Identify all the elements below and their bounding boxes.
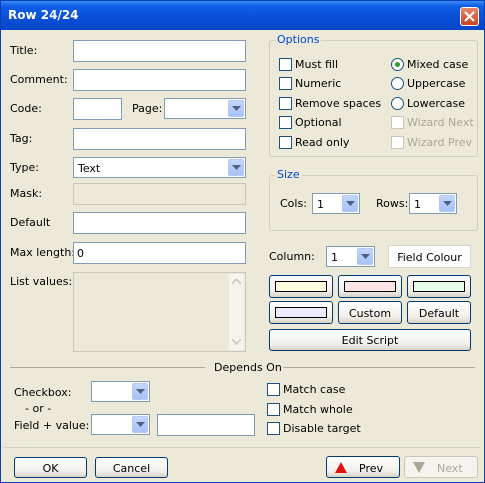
colour-swatch-button-4[interactable] xyxy=(269,301,333,324)
code-input[interactable] xyxy=(73,98,122,120)
footer-divider xyxy=(4,447,480,448)
dep-value-input[interactable] xyxy=(157,414,255,436)
default-label: Default xyxy=(10,216,51,229)
numeric-label: Numeric xyxy=(295,77,342,90)
window-title: Row 24/24 xyxy=(8,8,79,22)
must-fill-checkbox[interactable] xyxy=(279,58,292,71)
code-label: Code: xyxy=(10,102,42,115)
title-label: Title: xyxy=(10,44,38,57)
chevron-down-icon[interactable] xyxy=(228,159,244,176)
mixed-case-radio[interactable] xyxy=(391,58,404,71)
depends-on-divider-left xyxy=(10,367,205,368)
depends-on-divider-right xyxy=(283,367,475,368)
cancel-button[interactable]: Cancel xyxy=(95,457,168,478)
optional-label: Optional xyxy=(295,116,342,129)
prev-button[interactable]: Prev xyxy=(326,456,400,478)
comment-label: Comment: xyxy=(10,73,68,86)
chevron-down-icon[interactable] xyxy=(132,416,148,433)
mixed-case-label: Mixed case xyxy=(407,58,469,71)
title-input[interactable] xyxy=(73,40,246,62)
numeric-checkbox[interactable] xyxy=(279,77,292,90)
match-whole-checkbox[interactable] xyxy=(267,403,280,416)
tag-label: Tag: xyxy=(10,132,33,145)
field-colour-preview: Field Colour xyxy=(388,245,471,268)
list-values-scrollbar[interactable] xyxy=(229,274,244,350)
scroll-down-icon[interactable] xyxy=(232,339,241,345)
size-group-title: Size xyxy=(275,168,302,181)
options-group-title: Options xyxy=(275,33,322,46)
type-dropdown[interactable]: Text xyxy=(73,157,246,178)
chevron-down-icon[interactable] xyxy=(228,100,244,117)
depends-on-title: Depends On xyxy=(214,361,282,374)
colour-swatch-3 xyxy=(413,281,465,292)
custom-colour-button[interactable]: Custom xyxy=(338,301,402,324)
optional-checkbox[interactable] xyxy=(279,116,292,129)
dep-checkbox-dropdown[interactable] xyxy=(91,381,150,402)
wizard-next-label: Wizard Next xyxy=(407,116,474,129)
radio-selected-dot xyxy=(395,62,400,67)
close-button[interactable] xyxy=(460,7,479,26)
rows-label: Rows: xyxy=(376,197,409,210)
dep-checkbox-label: Checkbox: xyxy=(14,386,72,399)
match-whole-label: Match whole xyxy=(283,403,353,416)
must-fill-label: Must fill xyxy=(295,58,339,71)
column-label: Column: xyxy=(269,250,315,263)
disable-target-checkbox[interactable] xyxy=(267,422,280,435)
match-case-label: Match case xyxy=(283,383,346,396)
max-length-input[interactable]: 0 xyxy=(73,242,246,264)
wizard-prev-label: Wizard Prev xyxy=(407,136,473,149)
wizard-next-checkbox[interactable] xyxy=(391,116,404,129)
chevron-down-icon[interactable] xyxy=(439,195,455,212)
chevron-down-icon[interactable] xyxy=(132,383,148,400)
or-label: - or - xyxy=(25,402,52,415)
title-bar[interactable]: Row 24/24 xyxy=(1,1,484,30)
colour-swatch-button-2[interactable] xyxy=(338,275,402,298)
tag-input[interactable] xyxy=(73,128,246,150)
match-case-checkbox[interactable] xyxy=(267,383,280,396)
colour-swatch-1 xyxy=(275,281,327,292)
chevron-down-icon[interactable] xyxy=(357,248,373,265)
next-button[interactable]: Next xyxy=(404,456,478,478)
prev-arrow-icon xyxy=(335,462,347,473)
colour-swatch-button-1[interactable] xyxy=(269,275,333,298)
dialog-window: Row 24/24 Title: Comment: Code: Page: Ta… xyxy=(0,0,485,483)
disable-target-label: Disable target xyxy=(283,422,361,435)
remove-spaces-label: Remove spaces xyxy=(295,97,382,110)
colour-swatch-4 xyxy=(275,307,327,318)
default-input[interactable] xyxy=(73,212,246,234)
wizard-prev-checkbox[interactable] xyxy=(391,136,404,149)
comment-input[interactable] xyxy=(73,69,246,91)
list-values-textarea[interactable] xyxy=(73,272,246,352)
dep-field-dropdown[interactable] xyxy=(91,414,150,435)
colour-swatch-2 xyxy=(344,281,396,292)
page-dropdown[interactable] xyxy=(164,98,246,119)
cols-dropdown[interactable]: 1 xyxy=(312,193,360,214)
page-label: Page: xyxy=(132,102,163,115)
cols-label: Cols: xyxy=(280,197,307,210)
chevron-down-icon[interactable] xyxy=(342,195,358,212)
max-length-label: Max length: xyxy=(10,246,76,259)
list-values-label: List values: xyxy=(10,275,73,288)
field-value-label: Field + value: xyxy=(14,419,90,432)
rows-dropdown[interactable]: 1 xyxy=(409,193,457,214)
column-dropdown[interactable]: 1 xyxy=(326,246,375,267)
uppercase-radio[interactable] xyxy=(391,77,404,90)
ok-button[interactable]: OK xyxy=(14,457,87,478)
colour-swatch-button-3[interactable] xyxy=(407,275,471,298)
uppercase-label: Uppercase xyxy=(407,77,466,90)
default-colour-button[interactable]: Default xyxy=(407,301,471,324)
next-arrow-icon xyxy=(413,462,425,473)
remove-spaces-checkbox[interactable] xyxy=(279,97,292,110)
mask-input[interactable] xyxy=(73,183,246,205)
type-label: Type: xyxy=(10,161,39,174)
read-only-checkbox[interactable] xyxy=(279,136,292,149)
edit-script-button[interactable]: Edit Script xyxy=(269,329,471,351)
mask-label: Mask: xyxy=(10,187,43,200)
scroll-up-icon[interactable] xyxy=(232,279,241,285)
close-icon xyxy=(464,11,475,22)
lowercase-label: Lowercase xyxy=(407,97,465,110)
read-only-label: Read only xyxy=(295,136,350,149)
lowercase-radio[interactable] xyxy=(391,97,404,110)
